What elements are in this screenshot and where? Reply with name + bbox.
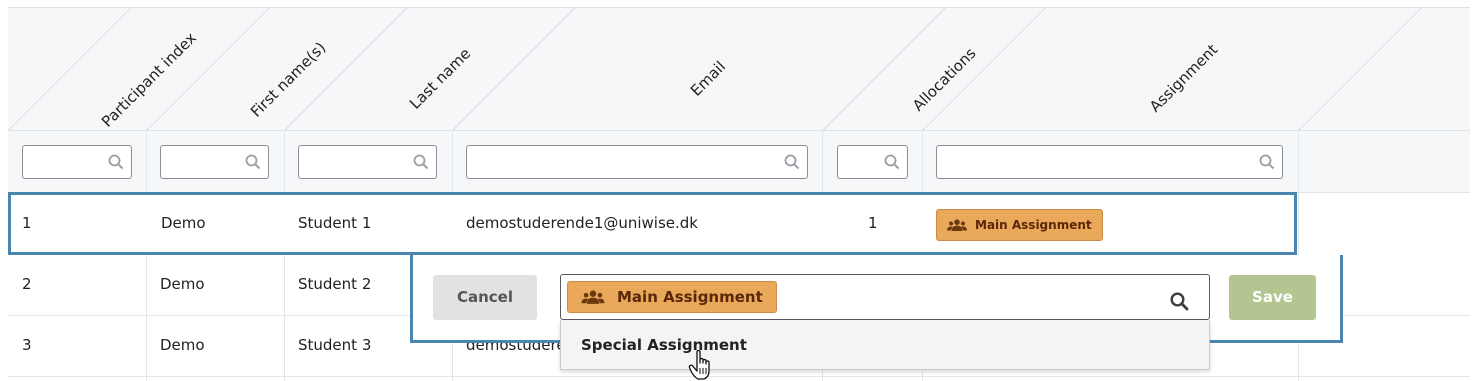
filter-allocations-input[interactable] — [837, 145, 908, 179]
selected-assignment-label: Main Assignment — [617, 288, 763, 306]
hand-pointer-icon — [688, 350, 710, 380]
search-icon — [884, 154, 900, 170]
assignment-options-dropdown: Special Assignment — [560, 320, 1210, 370]
filter-first-names-input[interactable] — [160, 145, 269, 179]
search-icon — [108, 154, 124, 170]
filter-participant-index-input[interactable] — [22, 145, 132, 179]
cell-first-names: Demo — [160, 275, 205, 293]
cell-first-names: Demo — [161, 214, 206, 232]
users-group-icon — [581, 289, 605, 304]
cancel-button[interactable]: Cancel — [433, 275, 537, 320]
search-icon[interactable] — [1170, 292, 1189, 311]
header-diagonal-lines — [8, 7, 1423, 131]
cell-last-name: Student 1 — [298, 214, 372, 232]
assignment-tag: Main Assignment — [936, 209, 1103, 241]
assignment-tag-label: Main Assignment — [975, 218, 1092, 232]
cell-allocations: 1 — [868, 214, 878, 232]
cell-participant-index: 3 — [22, 336, 32, 354]
search-icon — [245, 154, 261, 170]
option-special-assignment[interactable]: Special Assignment — [581, 320, 747, 370]
filter-assignment-input[interactable] — [936, 145, 1283, 179]
filter-last-name-input[interactable] — [298, 145, 437, 179]
cell-participant-index: 2 — [22, 275, 32, 293]
selected-table-row[interactable]: 1 Demo Student 1 demostuderende1@uniwise… — [8, 192, 1297, 255]
search-icon — [1259, 154, 1275, 170]
search-icon — [413, 154, 429, 170]
cell-participant-index: 1 — [22, 214, 32, 232]
assignment-combobox[interactable]: Main Assignment — [560, 274, 1210, 320]
users-group-icon — [947, 218, 967, 231]
save-button[interactable]: Save — [1229, 275, 1316, 320]
cell-last-name: Student 2 — [298, 275, 372, 293]
cell-first-names: Demo — [160, 336, 205, 354]
search-icon — [784, 154, 800, 170]
filter-email-input[interactable] — [466, 145, 808, 179]
cell-email: demostuderende1@uniwise.dk — [466, 214, 698, 232]
selected-assignment-tag[interactable]: Main Assignment — [567, 281, 777, 313]
cell-last-name: Student 3 — [298, 336, 372, 354]
